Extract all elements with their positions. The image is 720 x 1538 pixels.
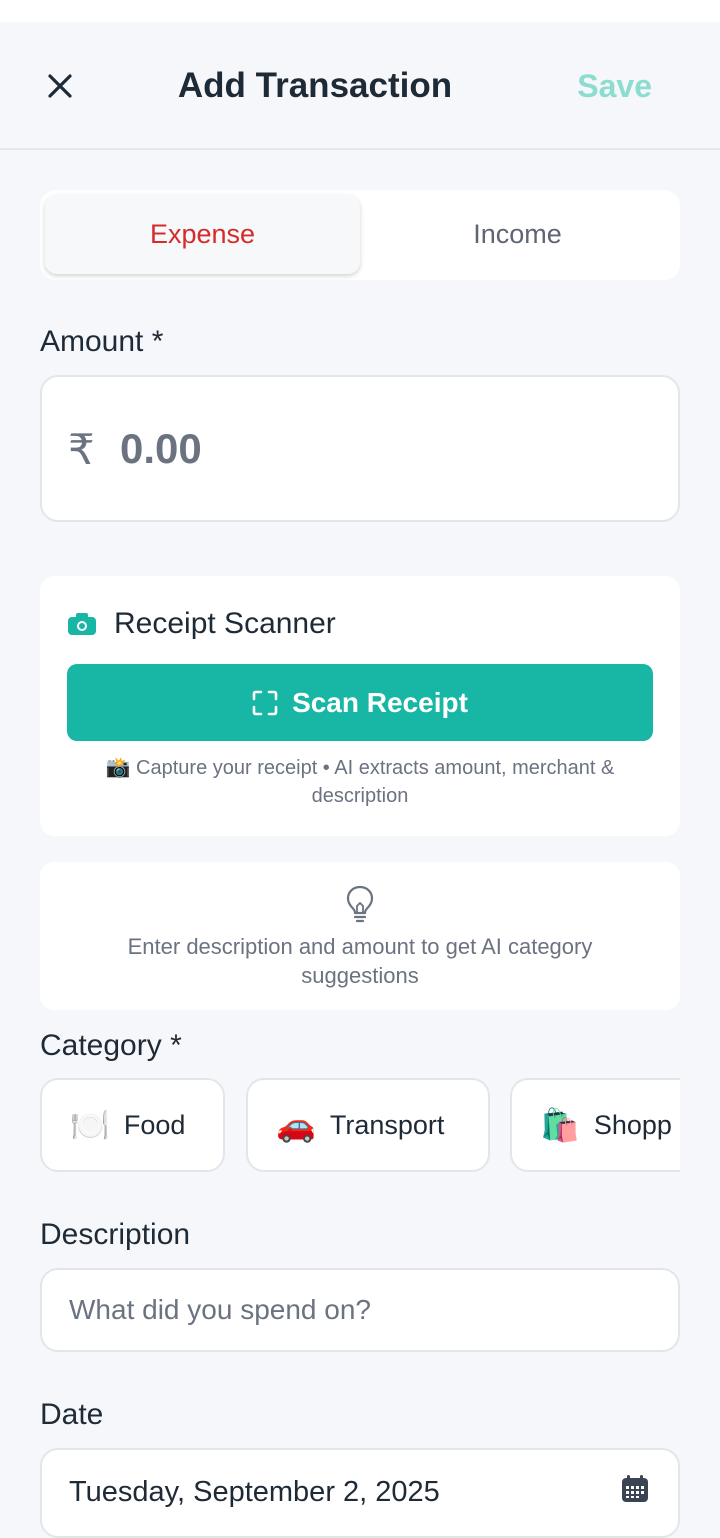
category-chip-label: Shopp xyxy=(593,1109,672,1140)
category-chip-label: Transport xyxy=(329,1109,445,1140)
category-chip-label: Food xyxy=(123,1109,186,1140)
lightbulb-icon xyxy=(346,885,374,923)
tab-income[interactable]: Income xyxy=(360,195,675,274)
scanner-hint: 📸 Capture your receipt • AI extracts amo… xyxy=(105,757,615,807)
currency-symbol: ₹ xyxy=(68,426,95,473)
date-picker-field[interactable]: Tuesday, September 2, 2025 xyxy=(40,1448,680,1538)
amount-label: Amount * xyxy=(40,325,164,358)
category-list: 🍽️ Food 🚗 Transport 🛍️ Shopp xyxy=(40,1078,680,1174)
receipt-scanner-card: Receipt Scanner Scan Receipt 📸 Capture y… xyxy=(40,576,680,836)
category-chip-transport[interactable]: 🚗 Transport xyxy=(246,1078,490,1172)
ai-suggestion-text: Enter description and amount to get AI c… xyxy=(127,934,593,988)
date-label: Date xyxy=(40,1398,104,1431)
camera-icon xyxy=(68,613,96,635)
description-label: Description xyxy=(40,1218,191,1251)
description-placeholder: What did you spend on? xyxy=(69,1294,371,1325)
amount-input[interactable]: ₹ 0.00 xyxy=(40,375,680,522)
car-icon: 🚗 xyxy=(276,1107,316,1143)
save-button[interactable]: Save xyxy=(577,68,652,105)
app-header: Add Transaction Save xyxy=(0,22,720,150)
date-value: Tuesday, September 2, 2025 xyxy=(69,1476,440,1508)
amount-placeholder: 0.00 xyxy=(120,425,202,472)
transaction-type-toggle: Expense Income xyxy=(40,190,680,280)
category-chip-food[interactable]: 🍽️ Food xyxy=(40,1078,225,1172)
receipt-scanner-title: Receipt Scanner xyxy=(114,607,336,640)
category-label: Category * xyxy=(40,1029,182,1062)
page-title: Add Transaction xyxy=(177,66,453,105)
tab-expense[interactable]: Expense xyxy=(45,195,360,274)
scan-receipt-button[interactable]: Scan Receipt xyxy=(67,664,653,741)
calendar-icon[interactable] xyxy=(620,1474,650,1504)
category-chip-shopping[interactable]: 🛍️ Shopp xyxy=(510,1078,680,1172)
food-icon: 🍽️ xyxy=(70,1107,110,1143)
shopping-bags-icon: 🛍️ xyxy=(540,1107,580,1143)
description-input[interactable]: What did you spend on? xyxy=(40,1268,680,1352)
ai-suggestion-card: Enter description and amount to get AI c… xyxy=(40,862,680,1010)
scan-frame-icon xyxy=(252,690,278,715)
status-bar xyxy=(0,0,720,22)
scan-receipt-label: Scan Receipt xyxy=(292,686,468,718)
